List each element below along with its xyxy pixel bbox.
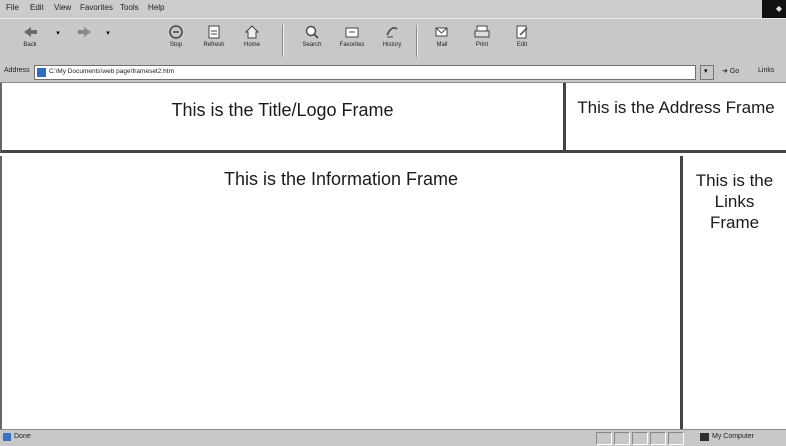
go-button[interactable]: ➜ Go [722,67,739,75]
stop-button[interactable]: Stop [158,23,194,59]
menu-view[interactable]: View [54,3,71,12]
edit-page-icon [516,25,528,39]
menu-help[interactable]: Help [148,3,164,12]
menu-edit[interactable]: Edit [30,3,44,12]
status-pane [596,432,612,445]
menu-tools[interactable]: Tools [120,3,139,12]
stop-label: Stop [169,42,183,48]
forward-button[interactable] [70,23,100,59]
address-input[interactable]: C:\My Documents\web page\frameset2.htm [34,65,696,80]
title-frame-text: This is the Title/Logo Frame [171,100,394,120]
forward-arrow-icon [78,27,91,37]
favorites-button[interactable]: Favorites [334,23,370,59]
status-pane [632,432,648,445]
favorites-folder-icon [345,27,359,38]
links-frame: This is the Links Frame [683,156,786,429]
browser-chrome: File Edit View Favorites Tools Help ◆ Ba… [0,0,786,83]
print-label: Print [475,42,489,48]
address-frame-text: This is the Address Frame [577,98,775,117]
status-pane [668,432,684,445]
info-frame-text: This is the Information Frame [223,169,459,189]
edit-button[interactable]: Edit [504,23,540,59]
menu-bar: File Edit View Favorites Tools Help ◆ [0,0,786,18]
go-label: Go [729,68,740,75]
refresh-button[interactable]: Refresh [196,23,232,59]
links-frame-text: This is the Links Frame [695,171,774,232]
page-icon [37,68,46,77]
computer-icon [700,433,709,441]
status-pane [614,432,630,445]
stop-icon [169,25,183,39]
search-label: Search [302,42,322,48]
search-button[interactable]: Search [294,23,330,59]
toolbar-separator [282,25,284,57]
address-dropdown[interactable]: ▾ [700,65,714,80]
forward-dropdown[interactable]: ▾ [100,23,116,59]
status-text: Done [14,433,31,440]
mail-label: Mail [436,42,448,48]
title-logo-frame: This is the Title/Logo Frame [0,83,566,153]
done-page-icon [3,433,11,441]
toolbar-separator [416,25,418,57]
address-bar: Address C:\My Documents\web page\framese… [0,63,786,83]
status-pane [650,432,666,445]
back-button[interactable]: Back [12,23,48,59]
home-label: Home [243,42,260,48]
chevron-down-icon: ▾ [704,68,708,75]
refresh-icon [208,25,220,39]
chevron-down-icon: ▾ [56,30,60,37]
status-bar: Done My Computer [0,429,786,446]
toolbar: Back ▾ ▾ Stop Refresh Home Search Favori… [0,18,786,64]
history-button[interactable]: History [374,23,410,59]
favorites-label: Favorites [339,42,365,48]
back-dropdown[interactable]: ▾ [48,23,68,59]
print-button[interactable]: Print [464,23,500,59]
refresh-label: Refresh [203,42,225,48]
information-frame: This is the Information Frame [0,156,683,429]
edit-label: Edit [516,42,528,48]
history-label: History [382,42,402,48]
address-frame: This is the Address Frame [566,83,786,153]
home-icon [244,25,260,39]
menu-file[interactable]: File [6,3,19,12]
home-button[interactable]: Home [234,23,270,59]
address-value: C:\My Documents\web page\frameset2.htm [49,68,174,75]
mail-button[interactable]: Mail [424,23,460,59]
mail-icon [435,27,448,37]
back-arrow-icon [24,27,37,37]
search-icon [305,25,319,39]
security-zone-text: My Computer [712,433,755,440]
menu-favorites[interactable]: Favorites [80,3,113,12]
windows-logo-icon: ◆ [762,0,786,18]
links-button[interactable]: Links [758,67,774,74]
back-label: Back [23,42,37,48]
printer-icon [474,25,490,38]
chevron-down-icon: ▾ [106,30,110,37]
address-label: Address [4,67,30,74]
history-icon [386,27,398,38]
